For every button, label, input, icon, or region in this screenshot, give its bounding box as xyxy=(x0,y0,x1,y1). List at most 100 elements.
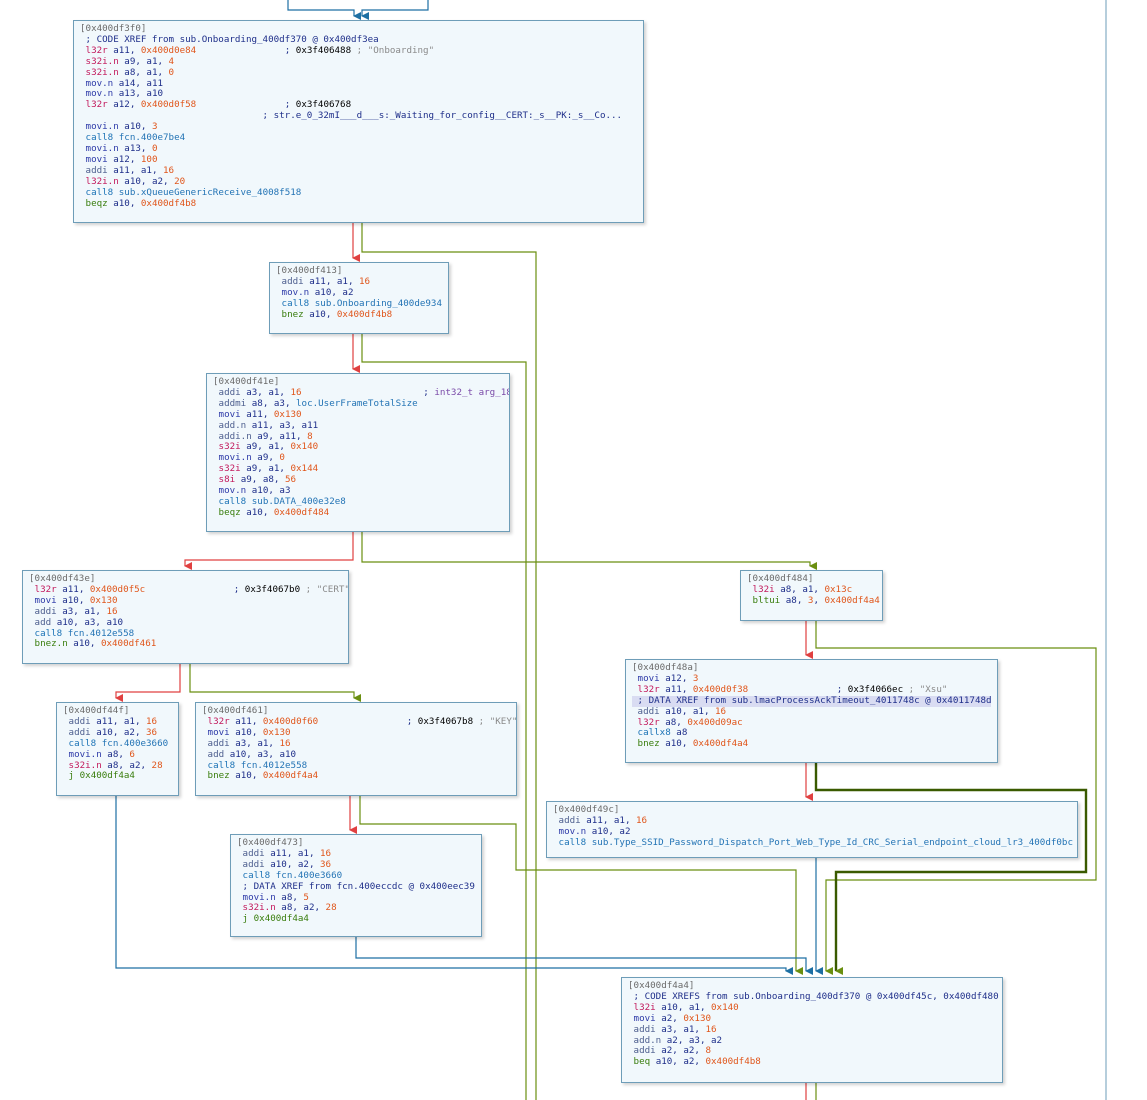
token-math: add.n xyxy=(633,1034,662,1046)
token-operand: a11, xyxy=(107,44,141,56)
token-num: 16 xyxy=(705,1023,717,1035)
token-num: 16 xyxy=(715,705,727,717)
token-sym: sub.Type_SSID_Password_Dispatch_Port_Web… xyxy=(591,836,1073,848)
token-num: 8 xyxy=(307,430,313,442)
token-operand: a10, a2 xyxy=(309,286,354,298)
asm-line[interactable]: movi.n a13, 0 xyxy=(80,142,637,155)
asm-line[interactable]: call8 sub.Type_SSID_Password_Dispatch_Po… xyxy=(553,836,1073,849)
token-num: 0x400df4b8 xyxy=(705,1056,761,1068)
token-num: 16 xyxy=(163,164,175,176)
token-num: 0x140 xyxy=(290,441,319,453)
token-operand: ; xyxy=(301,386,435,398)
token-mov: movi.n xyxy=(85,142,119,154)
token-operand: a8, a1, xyxy=(118,66,169,78)
token-operand: a10, a2, xyxy=(264,858,321,870)
asm-line[interactable]: beq a10, a2, 0x400df4b8 xyxy=(628,1056,996,1068)
token-num: 36 xyxy=(320,858,332,870)
token-jmp: bnez xyxy=(637,738,660,750)
token-sym: fcn.4012e558 xyxy=(240,759,308,771)
block-0x400df3f0[interactable]: [0x400df3f0] ; CODE XREF from sub.Onboar… xyxy=(73,20,644,223)
token-hex: 0x3f406488 xyxy=(295,44,352,56)
token-num: 0x400d0f5c xyxy=(89,583,146,595)
block-0x400df49c[interactable]: [0x400df49c] addi a11, a1, 16 mov.n a10,… xyxy=(546,801,1078,858)
token-jmp: 0x400df4a4 xyxy=(253,913,309,925)
token-num: 0x130 xyxy=(262,726,291,738)
block-0x400df48a[interactable]: [0x400df48a] movi a12, 3 l32r a11, 0x400… xyxy=(625,659,998,763)
block-0x400df473[interactable]: [0x400df473] addi a11, a1, 16 addi a10, … xyxy=(230,834,482,937)
token-num: 16 xyxy=(106,605,118,617)
token-operand: a11, a3, a11 xyxy=(246,419,319,431)
asm-line[interactable]: beqz a10, 0x400df484 xyxy=(213,507,503,519)
token-operand: a10, xyxy=(56,594,90,606)
token-num: 0x130 xyxy=(683,1012,712,1024)
token-math: addi xyxy=(85,164,108,176)
asm-line[interactable]: bnez.n a10, 0x400df461 xyxy=(29,638,342,650)
token-operand: a11, a1, xyxy=(303,275,360,287)
token-operand: a11, xyxy=(56,583,90,595)
token-hex: 0x3f4067b8 xyxy=(417,715,474,727)
block-0x400df44f[interactable]: [0x400df44f] addi a11, a1, 16 addi a10, … xyxy=(56,702,179,796)
token-math: addi xyxy=(34,605,57,617)
token-operand: a3, a1, xyxy=(229,737,280,749)
token-str: ; "KEY" xyxy=(473,715,517,727)
token-operand: a11, xyxy=(659,683,693,695)
asm-line[interactable]: addi a11, a1, 16 xyxy=(553,815,1071,827)
token-num: 36 xyxy=(146,726,158,738)
edge-incoming-top xyxy=(287,0,429,20)
asm-line[interactable]: bnez a10, 0x400df4b8 xyxy=(276,308,442,321)
block-0x400df413[interactable]: [0x400df413] addi a11, a1, 16 mov.n a10,… xyxy=(269,262,449,334)
token-math: addi xyxy=(633,1023,656,1035)
asm-line[interactable]: s32i.n a8, a1, 0 xyxy=(80,66,637,79)
token-num: 20 xyxy=(174,175,186,187)
token-operand: a10, a2, xyxy=(118,175,175,187)
token-mov: mov.n xyxy=(85,88,114,100)
token-loc: loc.UserFrameTotalSize xyxy=(296,397,418,409)
token-call: call8 xyxy=(218,495,247,507)
token-mov: mov.n xyxy=(281,286,310,298)
token-operand: a9, xyxy=(251,452,280,464)
token-ret: l32r xyxy=(207,715,230,727)
asm-line[interactable]: mov.n a14, a11 xyxy=(80,78,637,90)
asm-line[interactable]: bnez a10, 0x400df4a4 xyxy=(632,738,991,750)
asm-line[interactable]: j 0x400df4a4 xyxy=(63,770,172,782)
edge-selected-branch xyxy=(814,763,1088,975)
token-ret: s32i.n xyxy=(85,55,119,67)
token-num: 0 xyxy=(151,142,158,154)
token-ret: l32i xyxy=(752,583,775,595)
token-math: add xyxy=(207,748,225,760)
token-math: add xyxy=(34,616,52,628)
token-ret: s8i xyxy=(218,474,236,486)
token-operand: a10, xyxy=(229,770,263,782)
token-operand: a13, xyxy=(118,142,152,154)
token-ret: l32r xyxy=(85,99,108,111)
token-operand: a2, xyxy=(655,1012,684,1024)
token-hex: 0x3f4067b0 xyxy=(244,583,301,595)
token-operand: a11, xyxy=(240,408,274,420)
token-math: addi xyxy=(242,847,265,859)
token-operand: a11, a1, xyxy=(90,715,147,727)
token-operand: a10, a3, a10 xyxy=(51,616,124,628)
block-0x400df461[interactable]: [0x400df461] l32r a11, 0x400d0f60 ; 0x3f… xyxy=(195,702,517,796)
asm-line[interactable]: bltui a8, 3, 0x400df4a4 xyxy=(747,595,880,607)
token-sym: fcn.4012e558 xyxy=(67,627,135,639)
token-operand: a10, a1, xyxy=(655,1001,712,1013)
asm-line[interactable]: ; str.e_0_32mI___d___s:_Waiting_for_conf… xyxy=(80,110,637,122)
block-0x400df43e[interactable]: [0x400df43e] l32r a11, 0x400d0f5c ; 0x3f… xyxy=(22,570,349,664)
asm-line[interactable]: beqz a10, 0x400df4b8 xyxy=(80,198,637,210)
asm-line[interactable]: call8 fcn.400e7be4 xyxy=(80,132,637,144)
block-0x400df41e[interactable]: [0x400df41e] addi a3, a1, 16 ; int32_t a… xyxy=(206,373,510,532)
token-num: 4 xyxy=(168,55,175,67)
block-0x400df4a4[interactable]: [0x400df4a4] ; CODE XREFS from sub.Onboa… xyxy=(621,977,1003,1083)
token-mov: movi xyxy=(207,726,230,738)
block-0x400df484[interactable]: [0x400df484] l32i a8, a1, 0x13c bltui a8… xyxy=(740,570,883,621)
asm-line[interactable]: bnez a10, 0x400df4a4 xyxy=(202,770,510,782)
token-num: 16 xyxy=(290,386,302,398)
token-num: 0x400df4a4 xyxy=(824,594,880,606)
token-operand: a10, xyxy=(303,308,337,320)
asm-line[interactable]: j 0x400df4a4 xyxy=(237,913,475,925)
token-mov: movi.n xyxy=(242,891,276,903)
token-cmt: ; DATA XREF from sub.lmacProcessAckTimeo… xyxy=(637,694,992,706)
token-cmt: ; CODE XREF from sub.Onboarding_400df370… xyxy=(85,33,379,45)
token-mov: movi xyxy=(637,672,660,684)
token-jmp: bnez.n xyxy=(34,638,68,650)
